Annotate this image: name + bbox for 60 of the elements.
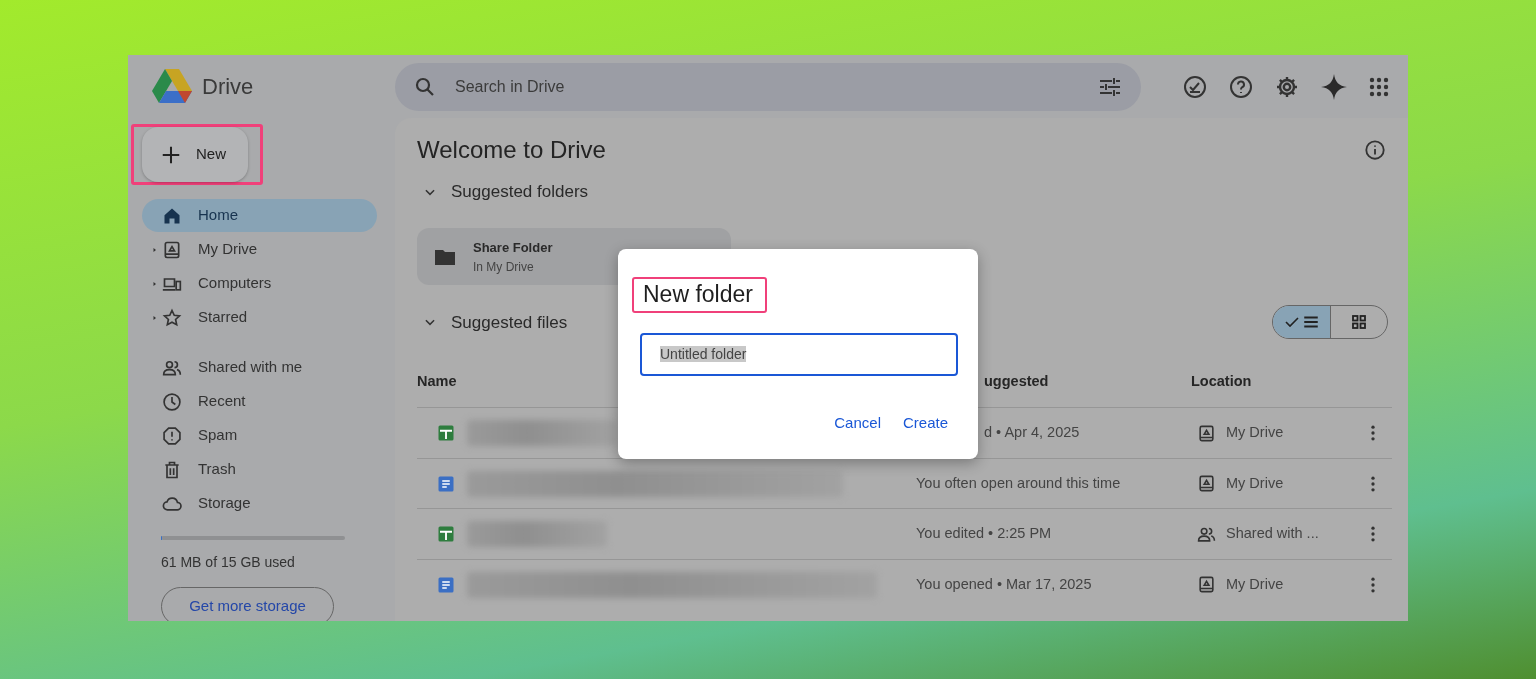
filter-sliders-icon[interactable]	[1099, 76, 1121, 97]
expand-triangle-icon[interactable]	[152, 246, 158, 254]
drive-icon	[1197, 575, 1216, 595]
app-name: Drive	[202, 73, 254, 101]
sparkle-icon[interactable]	[1321, 73, 1347, 100]
folder-location: In My Drive	[473, 258, 535, 276]
folder-name-field[interactable]: Untitled folder	[640, 332, 958, 376]
sidebar-item[interactable]: Spam	[142, 419, 377, 452]
sidebar-item[interactable]: Trash	[142, 453, 377, 486]
column-header[interactable]: uggested	[984, 373, 1049, 390]
settings-icon[interactable]	[1275, 74, 1299, 99]
create-button[interactable]: Create	[894, 405, 956, 441]
suggestion-reason: You often open around this time	[916, 474, 1121, 491]
folder-name: Share Folder	[473, 239, 553, 258]
sidebar-item[interactable]: Starred	[142, 301, 377, 334]
list-view-button[interactable]	[1273, 306, 1330, 339]
suggestion-reason: You edited • 2:25 PM	[916, 525, 1052, 542]
column-header[interactable]: Location	[1191, 371, 1252, 394]
apps-grid-icon[interactable]	[1369, 76, 1389, 97]
file-location: My Drive	[1226, 423, 1284, 443]
sidebar-item[interactable]: Home	[142, 199, 377, 232]
dialog-title: New folder	[632, 277, 767, 313]
sidebar-item[interactable]: Storage	[142, 487, 377, 520]
star-icon	[162, 307, 182, 328]
spreadsheet-file-icon	[437, 525, 455, 544]
suggestion-reason: d • Apr 4, 2025	[984, 424, 1080, 441]
cancel-button[interactable]: Cancel	[826, 405, 889, 441]
drive-icon	[162, 239, 182, 260]
sidebar-item[interactable]: Recent	[142, 385, 377, 418]
storage-usage-text: 61 MB of 15 GB used	[161, 553, 296, 572]
sidebar-item[interactable]: My Drive	[142, 233, 377, 266]
task-check-icon[interactable]	[1183, 74, 1207, 99]
expand-triangle-icon[interactable]	[152, 280, 158, 288]
file-location: My Drive	[1226, 473, 1284, 493]
trash-icon	[162, 459, 182, 480]
spreadsheet-file-icon	[437, 424, 455, 443]
search-field[interactable]: Search in Drive	[395, 62, 1141, 111]
help-icon[interactable]	[1229, 74, 1253, 99]
sidebar-item[interactable]: Computers	[142, 267, 377, 300]
expand-triangle-icon[interactable]	[152, 314, 158, 322]
sidebar-item[interactable]: Shared with me	[142, 351, 377, 384]
section-toggle[interactable]: Suggested folders	[417, 178, 595, 205]
new-button[interactable]: New	[142, 127, 248, 182]
warning-octagon-icon	[162, 425, 182, 446]
info-icon[interactable]	[1364, 139, 1386, 162]
section-toggle[interactable]: Suggested files	[417, 309, 574, 336]
file-location: Shared with ...	[1226, 524, 1319, 544]
grid-icon	[1350, 313, 1368, 332]
drive-icon	[1197, 474, 1216, 494]
suggestion-reason: You opened • Mar 17, 2025	[916, 575, 1092, 592]
document-file-icon	[437, 575, 455, 594]
search-icon	[415, 76, 435, 97]
drive-logo-icon	[152, 68, 192, 105]
page-title: Welcome to Drive	[417, 136, 606, 165]
drive-icon	[1197, 423, 1216, 443]
search-input[interactable]: Search in Drive	[453, 73, 1081, 100]
document-file-icon	[437, 474, 455, 493]
clock-icon	[162, 391, 182, 412]
column-header[interactable]: Name	[417, 371, 457, 394]
file-location: My Drive	[1226, 574, 1284, 594]
